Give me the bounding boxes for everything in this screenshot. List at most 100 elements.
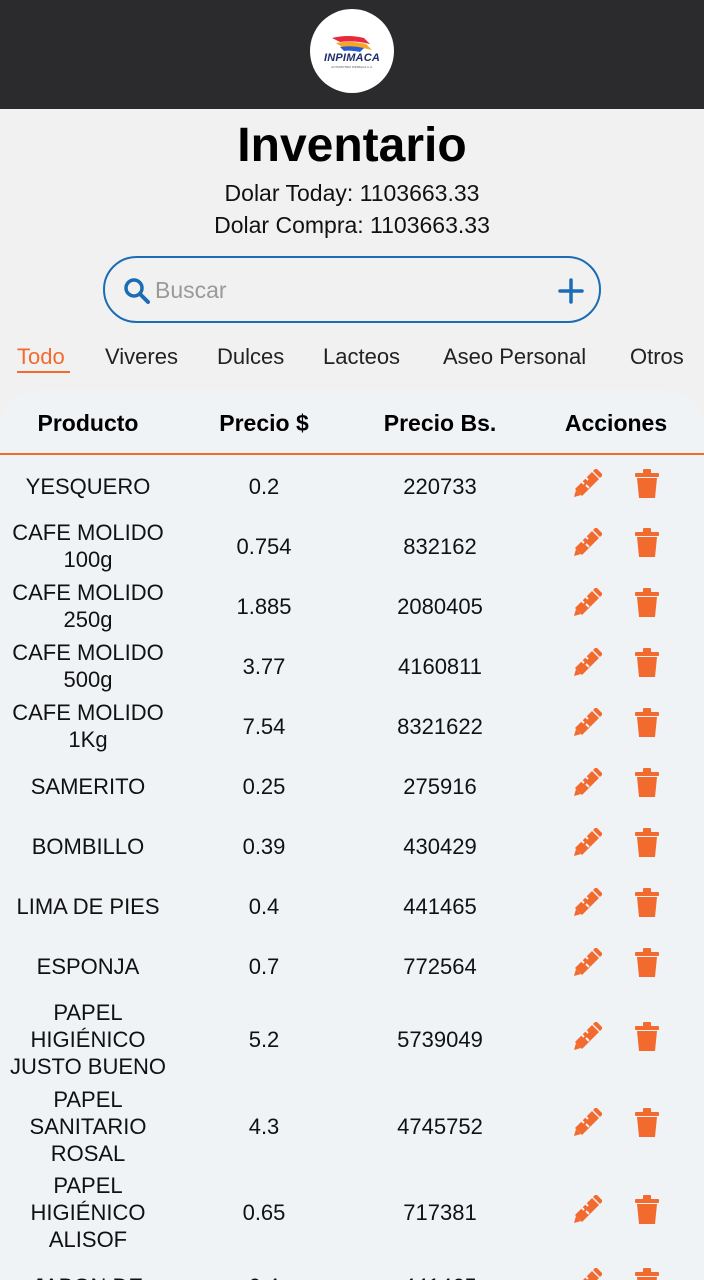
- delete-button[interactable]: [634, 888, 660, 924]
- actions-cell: [528, 876, 704, 936]
- actions-cell: [528, 816, 704, 876]
- trash-icon: [635, 588, 659, 617]
- trash-icon: [635, 948, 659, 977]
- price-usd-cell: 4.3: [248, 1113, 280, 1139]
- category-tabs: Todo Viveres Dulces Lacteos Aseo Persona…: [0, 340, 704, 380]
- price-usd-cell: 0.754: [236, 533, 292, 559]
- pencil-ruler-icon: [574, 887, 603, 916]
- table-body: YESQUERO 0.2 220733 CAFE MOLIDO 100g 0.7…: [0, 457, 704, 1280]
- edit-button[interactable]: [572, 1267, 603, 1280]
- pencil-ruler-icon: [574, 587, 603, 616]
- price-usd-cell: 0.2: [248, 474, 280, 499]
- edit-button[interactable]: [572, 947, 603, 984]
- price-usd-cell: 3.77: [242, 653, 286, 679]
- product-name-cell: BOMBILLO: [31, 833, 145, 859]
- actions-cell: [528, 696, 704, 756]
- active-tab-indicator: [17, 371, 70, 373]
- pencil-ruler-icon: [574, 707, 603, 736]
- product-name-cell: ESPONJA: [36, 953, 140, 979]
- price-usd-cell: 7.54: [242, 713, 286, 739]
- page-title: Inventario: [237, 119, 467, 172]
- trash-icon: [635, 828, 659, 857]
- price-bs-cell: 2080405: [397, 593, 483, 619]
- trash-icon: [635, 1021, 659, 1051]
- search-bar: [103, 256, 601, 323]
- search-input[interactable]: [155, 272, 545, 308]
- price-usd-cell: 0.4: [248, 893, 280, 919]
- edit-button[interactable]: [572, 587, 603, 624]
- product-name-cell: YESQUERO: [25, 474, 151, 499]
- edit-button[interactable]: [572, 767, 603, 804]
- table-row: PAPEL SANITARIO ROSAL 4.3 4745752: [0, 1083, 704, 1169]
- inventory-table: Producto Precio $ Precio Bs. Acciones YE…: [0, 390, 704, 1280]
- search-icon[interactable]: [123, 277, 151, 310]
- pencil-ruler-icon: [574, 467, 603, 497]
- delete-button[interactable]: [634, 828, 660, 864]
- product-name-cell: JABON DE: [0, 1256, 176, 1280]
- product-name-cell: SAMERITO: [30, 773, 146, 799]
- price-usd-cell: 0.4: [176, 1256, 352, 1280]
- edit-button[interactable]: [572, 827, 603, 864]
- tab-lacteos[interactable]: Lacteos: [323, 344, 400, 370]
- tab-aseo-personal[interactable]: Aseo Personal: [443, 344, 586, 370]
- price-usd-cell: 1.885: [236, 593, 292, 619]
- delete-button[interactable]: [634, 948, 660, 984]
- product-name-cell: PAPEL SANITARIO ROSAL: [29, 1086, 147, 1166]
- table-row: CAFE MOLIDO 100g 0.754 832162: [0, 516, 704, 576]
- edit-button[interactable]: [572, 707, 603, 744]
- tab-todo[interactable]: Todo: [17, 344, 65, 370]
- actions-cell: [528, 576, 704, 636]
- delete-button[interactable]: [634, 1194, 660, 1231]
- tab-dulces[interactable]: Dulces: [217, 344, 284, 370]
- price-usd-cell: 0.25: [242, 773, 286, 799]
- logo-subtext: AUTOMOTRIZ INPIMACA C.A.: [331, 64, 373, 69]
- delete-button[interactable]: [634, 1021, 660, 1058]
- edit-button[interactable]: [572, 527, 603, 564]
- edit-button[interactable]: [572, 1193, 603, 1231]
- tab-otros[interactable]: Otros: [630, 344, 684, 370]
- delete-button[interactable]: [634, 768, 660, 804]
- edit-button[interactable]: [572, 647, 603, 684]
- delete-button[interactable]: [634, 528, 660, 564]
- delete-button[interactable]: [634, 468, 660, 505]
- delete-button[interactable]: [634, 708, 660, 744]
- actions-cell: [528, 1169, 704, 1256]
- product-name-cell: CAFE MOLIDO 250g: [12, 580, 164, 632]
- delete-button[interactable]: [634, 588, 660, 624]
- product-name-cell: LIMA DE PIES: [16, 893, 160, 919]
- delete-button[interactable]: [634, 1268, 660, 1280]
- delete-button[interactable]: [634, 1108, 660, 1144]
- price-bs-cell: 430429: [403, 833, 477, 859]
- edit-button[interactable]: [572, 467, 603, 505]
- price-bs-cell: 772564: [403, 953, 477, 979]
- price-bs-cell: 441465: [352, 1256, 528, 1280]
- plus-icon[interactable]: [558, 278, 584, 309]
- trash-icon: [635, 528, 659, 557]
- edit-button[interactable]: [572, 1107, 603, 1144]
- actions-cell: [528, 636, 704, 696]
- table-row: PAPEL HIGIÉNICO ALISOF 0.65 717381: [0, 1169, 704, 1256]
- column-header-acciones: Acciones: [564, 410, 668, 436]
- price-usd-cell: 0.39: [242, 833, 286, 859]
- table-row: BOMBILLO 0.39 430429: [0, 816, 704, 876]
- price-usd-cell: 5.2: [248, 1027, 280, 1052]
- table-row: SAMERITO 0.25 275916: [0, 756, 704, 816]
- tab-viveres[interactable]: Viveres: [105, 344, 178, 370]
- price-bs-cell: 717381: [403, 1200, 477, 1225]
- product-name-cell: CAFE MOLIDO 1Kg: [12, 700, 164, 752]
- pencil-ruler-icon: [574, 1107, 603, 1136]
- product-name-cell: CAFE MOLIDO 100g: [12, 520, 164, 572]
- edit-button[interactable]: [572, 1020, 603, 1058]
- actions-cell: [528, 516, 704, 576]
- table-row: YESQUERO 0.2 220733: [0, 457, 704, 516]
- price-bs-cell: 4160811: [397, 653, 482, 679]
- trash-icon: [635, 888, 659, 917]
- edit-button[interactable]: [572, 887, 603, 924]
- price-bs-cell: 832162: [403, 533, 477, 559]
- delete-button[interactable]: [634, 648, 660, 684]
- trash-icon: [635, 468, 659, 498]
- pencil-ruler-icon: [574, 1193, 603, 1223]
- product-name-cell: PAPEL HIGIÉNICO JUSTO BUENO: [9, 1000, 167, 1079]
- trash-icon: [635, 708, 659, 737]
- pencil-ruler-icon: [574, 527, 603, 556]
